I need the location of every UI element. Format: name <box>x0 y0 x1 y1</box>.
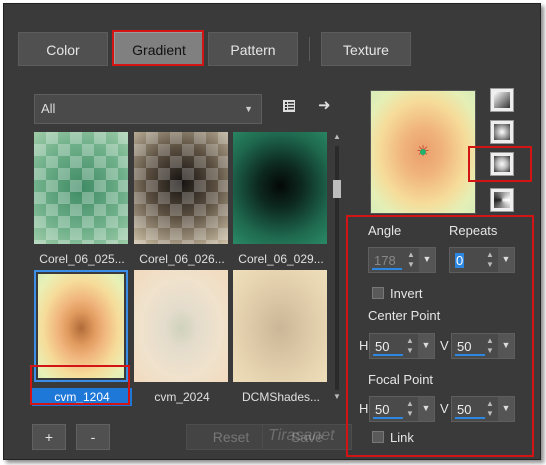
gradient-thumbnail[interactable] <box>233 132 327 244</box>
focal-v-value: 50 <box>457 402 472 417</box>
gradient-preview-image <box>233 270 327 382</box>
repeats-field[interactable]: 0 ▲ ▼ ▼ <box>449 247 515 273</box>
category-dropdown[interactable]: All ▼ <box>34 94 262 124</box>
linear-style-button[interactable] <box>490 88 514 112</box>
center-h-stepper-icon[interactable]: ▲ ▼ <box>404 336 416 356</box>
thumbnail-label: Corel_06_029... <box>238 252 324 266</box>
repeats-stepper-icon[interactable]: ▲ ▼ <box>484 250 496 270</box>
center-v-label: V <box>440 338 449 353</box>
material-properties-dialog: Color Gradient Pattern Texture All ▼ ➜ C… <box>3 3 541 460</box>
gradient-thumbnail-selected[interactable] <box>34 270 128 382</box>
gradient-preview-image <box>134 132 228 244</box>
radial-style-button[interactable] <box>490 188 514 212</box>
center-h-dropdown-icon[interactable]: ▼ <box>418 334 434 358</box>
rectangular-gradient-icon <box>494 124 510 140</box>
gradient-preview-image <box>38 274 124 378</box>
focal-point-marker-icon[interactable] <box>420 149 426 155</box>
tab-texture[interactable]: Texture <box>321 32 411 66</box>
angle-slider-bar[interactable] <box>372 268 402 270</box>
focal-h-slider-bar[interactable] <box>373 417 403 419</box>
remove-button[interactable]: - <box>76 424 110 450</box>
angle-stepper-icon[interactable]: ▲ ▼ <box>405 250 417 270</box>
radial-gradient-icon <box>494 192 510 208</box>
watermark-text: Tirasanet <box>268 427 335 444</box>
center-point-label: Center Point <box>368 308 441 323</box>
focal-h-dropdown-icon[interactable]: ▼ <box>418 397 434 421</box>
invert-checkbox[interactable] <box>372 287 384 299</box>
center-v-slider-bar[interactable] <box>455 354 485 356</box>
focal-v-stepper-icon[interactable]: ▲ ▼ <box>484 399 496 419</box>
link-checkbox[interactable] <box>372 431 384 443</box>
scroll-down-icon[interactable]: ▼ <box>331 392 343 401</box>
rectangular-style-button[interactable] <box>490 120 514 144</box>
gradient-preview[interactable]: ✳ <box>370 90 476 214</box>
focal-v-dropdown-icon[interactable]: ▼ <box>498 397 514 421</box>
tab-separator <box>309 37 310 61</box>
category-value: All <box>41 101 56 116</box>
sunburst-style-button[interactable] <box>490 152 514 176</box>
tab-pattern[interactable]: Pattern <box>208 32 298 66</box>
focal-point-label: Focal Point <box>368 372 434 387</box>
center-v-stepper-icon[interactable]: ▲ ▼ <box>484 336 496 356</box>
scroll-up-icon[interactable]: ▲ <box>331 132 343 141</box>
thumbnail-label: cvm_2024 <box>154 390 210 404</box>
focal-h-label: H <box>359 401 369 416</box>
angle-value: 178 <box>374 253 396 268</box>
angle-field[interactable]: 178 ▲ ▼ ▼ <box>368 247 436 273</box>
center-h-field[interactable]: 50 ▲ ▼ ▼ <box>369 333 435 359</box>
center-h-slider-bar[interactable] <box>373 354 403 356</box>
center-v-field[interactable]: 50 ▲ ▼ ▼ <box>451 333 515 359</box>
thumbnail-scrollbar[interactable]: ▲ ▼ <box>331 132 343 404</box>
thumbnail-label: Corel_06_026... <box>139 252 225 266</box>
focal-h-value: 50 <box>375 402 390 417</box>
repeats-value: 0 <box>455 253 465 268</box>
focal-v-field[interactable]: 50 ▲ ▼ ▼ <box>451 396 515 422</box>
thumbnail-label-selected: cvm_1204 <box>32 388 132 406</box>
gradient-preview-image <box>233 132 327 244</box>
gradient-preview-image <box>34 132 128 244</box>
gradient-thumbnail[interactable] <box>134 270 228 382</box>
thumbnail-label: Corel_06_025... <box>39 252 125 266</box>
focal-v-label: V <box>440 401 449 416</box>
center-h-label: H <box>359 338 369 353</box>
linear-gradient-icon <box>494 92 510 108</box>
center-h-value: 50 <box>375 339 390 354</box>
angle-dropdown-icon[interactable]: ▼ <box>419 248 435 272</box>
gradient-preview-image <box>134 270 228 382</box>
focal-h-stepper-icon[interactable]: ▲ ▼ <box>404 399 416 419</box>
add-button[interactable]: + <box>32 424 66 450</box>
gradient-thumbnail[interactable] <box>233 270 327 382</box>
link-label: Link <box>390 430 414 445</box>
chevron-down-icon: ▼ <box>244 104 253 114</box>
arrow-right-icon[interactable]: ➜ <box>318 96 331 114</box>
center-v-value: 50 <box>457 339 472 354</box>
angle-label: Angle <box>368 223 402 238</box>
center-v-dropdown-icon[interactable]: ▼ <box>498 334 514 358</box>
gradient-thumbnail[interactable] <box>34 132 128 244</box>
focal-v-slider-bar[interactable] <box>455 417 485 419</box>
repeats-label: Repeats <box>449 223 498 238</box>
scroll-thumb[interactable] <box>333 180 341 198</box>
repeats-dropdown-icon[interactable]: ▼ <box>498 248 514 272</box>
focal-h-field[interactable]: 50 ▲ ▼ ▼ <box>369 396 435 422</box>
invert-label: Invert <box>390 286 423 301</box>
sunburst-gradient-icon <box>494 156 510 172</box>
resource-manager-icon[interactable] <box>281 98 297 118</box>
tab-gradient[interactable]: Gradient <box>114 32 204 66</box>
tab-color[interactable]: Color <box>18 32 108 66</box>
thumbnail-label: DCMShades... <box>241 390 321 404</box>
gradient-thumbnail[interactable] <box>134 132 228 244</box>
